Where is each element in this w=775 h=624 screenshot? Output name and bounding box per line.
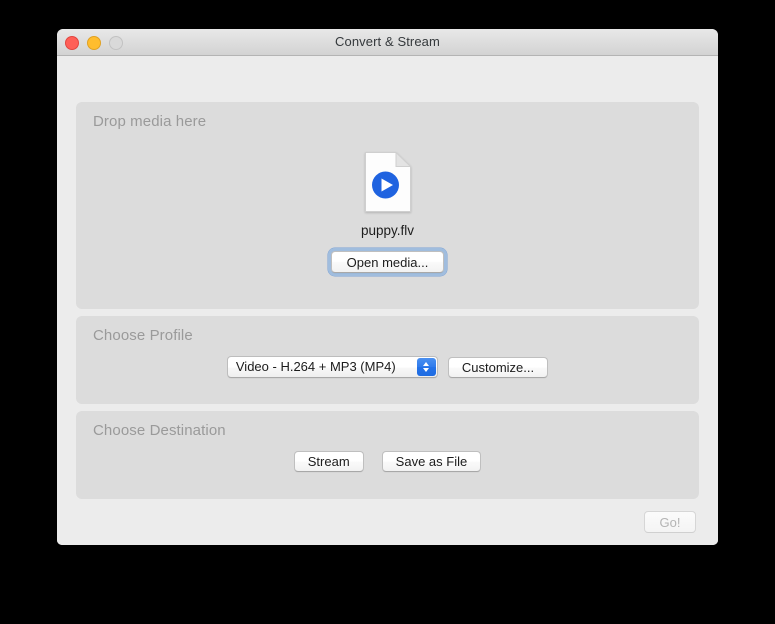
destination-controls-row: Stream Save as File (76, 451, 699, 472)
media-preview: puppy.flv (76, 151, 699, 238)
drop-media-panel[interactable]: Drop media here puppy.flv Open media... (76, 102, 699, 309)
open-media-focus-ring: Open media... (327, 248, 448, 276)
open-media-button[interactable]: Open media... (330, 251, 445, 273)
choose-destination-title: Choose Destination (93, 422, 226, 439)
stream-button[interactable]: Stream (293, 451, 364, 472)
media-filename: puppy.flv (360, 223, 415, 238)
customize-button[interactable]: Customize... (447, 356, 549, 378)
choose-profile-title: Choose Profile (93, 327, 193, 344)
up-down-chevrons-icon[interactable] (416, 358, 436, 376)
convert-and-stream-window: Convert & Stream Drop media here puppy.f… (57, 29, 718, 545)
desktop-backdrop: Convert & Stream Drop media here puppy.f… (0, 0, 775, 624)
profile-select-value: Video - H.264 + MP3 (MP4) (235, 359, 396, 374)
drop-media-title: Drop media here (93, 113, 207, 130)
open-media-container: Open media... (76, 248, 699, 276)
go-button-container: Go! (644, 511, 696, 533)
profile-select[interactable]: Video - H.264 + MP3 (MP4) (226, 356, 438, 378)
save-as-file-button[interactable]: Save as File (381, 451, 482, 472)
chevron-down-icon (423, 368, 430, 372)
choose-destination-panel: Choose Destination Stream Save as File (76, 411, 699, 499)
profile-controls-row: Video - H.264 + MP3 (MP4) Customize... (76, 356, 699, 378)
choose-profile-panel: Choose Profile Video - H.264 + MP3 (MP4)… (76, 316, 699, 404)
go-button[interactable]: Go! (644, 511, 696, 533)
window-title: Convert & Stream (335, 34, 440, 49)
window-titlebar[interactable]: Convert & Stream (57, 29, 718, 56)
chevron-up-icon (423, 362, 430, 366)
window-content: Drop media here puppy.flv Open media... … (57, 56, 718, 545)
video-file-icon (364, 151, 412, 212)
